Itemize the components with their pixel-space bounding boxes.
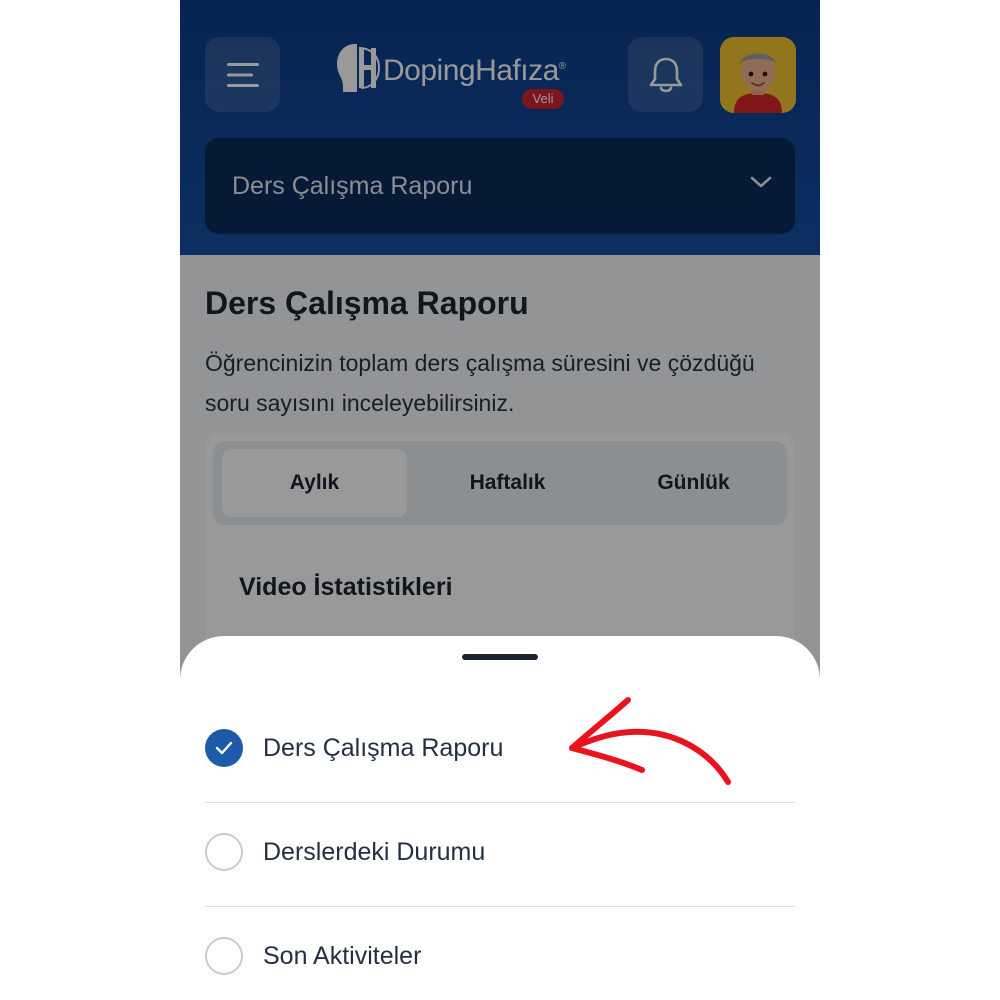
check-icon [215,741,233,755]
option-son-aktiviteler[interactable]: Son Aktiviteler [205,906,795,1000]
radio-checked[interactable] [205,729,243,767]
red-arrow-annotation [569,697,731,785]
option-derslerdeki-durumu[interactable]: Derslerdeki Durumu [205,802,795,907]
radio-unchecked[interactable] [205,833,243,871]
phone-screen: DopingHafıza® Veli Ders Çalışma Raporu D… [180,0,820,1000]
option-label: Son Aktiviteler [263,942,422,970]
radio-unchecked[interactable] [205,937,243,975]
option-label: Derslerdeki Durumu [263,838,486,866]
sheet-grabber[interactable] [462,654,538,660]
option-label: Ders Çalışma Raporu [263,734,504,762]
